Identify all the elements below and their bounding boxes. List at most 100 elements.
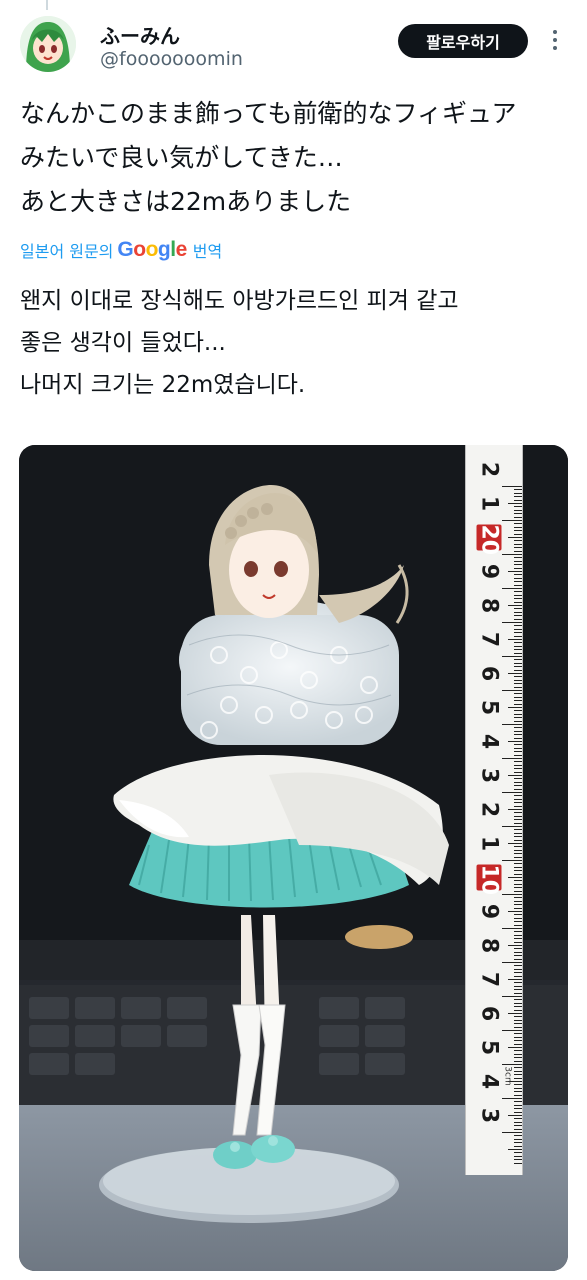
ruler-tick (514, 883, 522, 885)
ruler-tick (514, 1077, 522, 1079)
ruler-tick (514, 1074, 522, 1076)
ruler-tick (502, 520, 522, 521)
ruler-tick (514, 907, 522, 909)
ruler-tick (502, 622, 522, 623)
ruler-tick (514, 870, 522, 872)
ruler-tick (514, 989, 522, 991)
ruler-tick (508, 1013, 522, 1014)
ruler-tick (502, 996, 522, 997)
ruler-tick (508, 979, 522, 980)
ruler-tick (514, 1033, 522, 1035)
ruler-tick (514, 598, 522, 600)
ruler-tick (514, 526, 522, 528)
translation-attribution[interactable]: 일본어 원문의 Google 번역 (20, 238, 222, 262)
ruler-tick (514, 1162, 522, 1164)
ruler-tick (502, 486, 522, 487)
translation-prefix: 일본어 원문의 (20, 242, 114, 261)
ruler-tick (514, 938, 522, 940)
ruler-tick (514, 880, 522, 882)
ruler-tick (514, 873, 522, 875)
ruler-tick (508, 945, 522, 946)
ruler-number: 8 (476, 597, 502, 614)
ruler-number: 1 (476, 495, 502, 512)
ruler-tick (514, 914, 522, 916)
ruler-tick (514, 581, 522, 583)
ruler-tick (514, 890, 522, 892)
ruler-tick (508, 537, 522, 538)
ruler-tick (514, 1108, 522, 1110)
ruler-number: 7 (476, 631, 502, 648)
ruler-number: 6 (476, 1005, 502, 1022)
ruler-tick (514, 720, 522, 722)
ruler-tick (514, 1084, 522, 1086)
ruler-tick (514, 1036, 522, 1038)
ruler-tick (514, 615, 522, 617)
ruler-tick (514, 652, 522, 654)
ruler-tick (514, 547, 522, 549)
ruler-tick (514, 815, 522, 817)
ruler-tick (514, 866, 522, 868)
ruler-tick (514, 771, 522, 773)
user-avatar[interactable] (20, 16, 76, 72)
follow-button[interactable]: 팔로우하기 (398, 24, 528, 58)
ruler-tick (514, 710, 522, 712)
ruler-tick (514, 683, 522, 685)
ruler-tick (508, 911, 522, 912)
ruler-number: 2 (476, 461, 502, 478)
ruler-number: 7 (476, 971, 502, 988)
ruler-tick (514, 955, 522, 957)
ruler-tick (514, 676, 522, 678)
user-handle[interactable]: @fooooooomin (100, 48, 243, 70)
ruler-tick (514, 1101, 522, 1103)
ruler-tick (514, 1070, 522, 1072)
thread-line (46, 0, 48, 10)
ruler-number: 5 (476, 1039, 502, 1056)
ruler-tick (514, 513, 522, 515)
ruler-small-label: 3cm (502, 1066, 513, 1086)
ruler-tick (514, 1091, 522, 1093)
ruler-tick (514, 917, 522, 919)
ruler-tick (514, 934, 522, 936)
ruler-tick (502, 962, 522, 963)
ruler-tick (502, 894, 522, 895)
ruler-tick (508, 639, 522, 640)
ruler-tick (514, 1040, 522, 1042)
ruler-tick (514, 696, 522, 698)
ruler-tick (502, 792, 522, 793)
ruler-tick (514, 1111, 522, 1113)
ruler-number: 9 (476, 563, 502, 580)
ruler-tick (514, 948, 522, 950)
ruler-tick (514, 839, 522, 841)
ruler-tick (514, 1159, 522, 1161)
ruler-tick (514, 594, 522, 596)
ruler-number: 6 (476, 665, 502, 682)
ruler-tick (514, 618, 522, 620)
ruler-tick (508, 877, 522, 878)
ruler-tick (514, 577, 522, 579)
translated-line: 왠지 이대로 장식해도 아방가르드인 피겨 같고 (20, 288, 459, 314)
ruler-tick (514, 1094, 522, 1096)
ruler-tick (514, 751, 522, 753)
ruler-number: 2 (476, 801, 502, 818)
ruler-tick (514, 1152, 522, 1154)
ruler-tick (514, 523, 522, 525)
ruler-tick (508, 707, 522, 708)
ruler-tick (502, 1132, 522, 1133)
ruler-tick (514, 1050, 522, 1052)
ruler-tick (514, 1053, 522, 1055)
ruler-tick (514, 781, 522, 783)
tweet-photo[interactable]: 2 1 20 9 8 7 6 5 4 3 2 1 10 9 8 7 6 5 4 3 3cm (19, 445, 568, 1271)
ruler-tick (514, 601, 522, 603)
tweet-line: なんかこのまま飾っても前衛的なフィギュア (20, 99, 517, 128)
ruler-tick (514, 516, 522, 518)
ruler-tick (514, 506, 522, 508)
more-options-icon[interactable] (545, 26, 565, 56)
ruler-tick (514, 717, 522, 719)
ruler-tick (514, 557, 522, 559)
ruler-tick (502, 656, 522, 657)
ruler-tick (514, 1002, 522, 1004)
google-logo: Google (117, 238, 187, 261)
ruler-tick (514, 1142, 522, 1144)
ruler-tick (514, 985, 522, 987)
display-name[interactable]: ふーみん (100, 20, 180, 49)
